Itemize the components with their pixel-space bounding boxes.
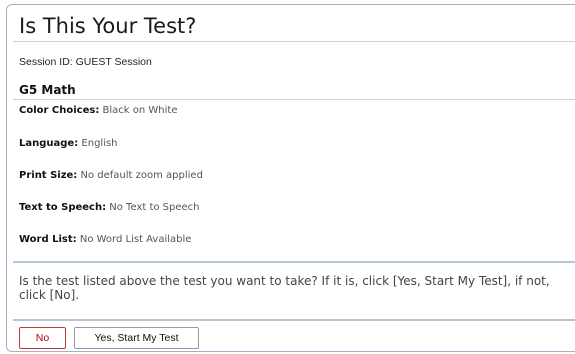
no-button[interactable]: No <box>19 327 66 349</box>
prompt-divider-bottom <box>13 319 575 321</box>
confirmation-prompt: Is the test listed above the test you wa… <box>19 274 550 302</box>
page-title: Is This Your Test? <box>19 14 197 38</box>
setting-value: No Word List Available <box>79 234 192 245</box>
setting-value: Black on White <box>102 105 178 116</box>
setting-value: No default zoom applied <box>80 170 203 181</box>
test-name: G5 Math <box>19 83 76 97</box>
setting-label: Word List: <box>19 234 77 245</box>
prompt-divider-top <box>13 261 575 263</box>
test-confirmation-panel: Is This Your Test? Session ID: GUEST Ses… <box>6 4 575 352</box>
yes-start-test-button[interactable]: Yes, Start My Test <box>74 327 199 349</box>
setting-color-choices: Color Choices: Black on White <box>19 105 177 116</box>
setting-value: English <box>81 138 118 149</box>
setting-text-to-speech: Text to Speech: No Text to Speech <box>19 202 200 213</box>
setting-label: Language: <box>19 138 79 149</box>
setting-word-list: Word List: No Word List Available <box>19 234 191 245</box>
setting-label: Print Size: <box>19 170 78 181</box>
setting-label: Color Choices: <box>19 105 100 116</box>
setting-print-size: Print Size: No default zoom applied <box>19 170 203 181</box>
test-name-divider <box>13 99 575 100</box>
title-divider <box>13 41 575 42</box>
setting-label: Text to Speech: <box>19 202 107 213</box>
setting-language: Language: English <box>19 138 118 149</box>
session-id: Session ID: GUEST Session <box>19 56 152 68</box>
setting-value: No Text to Speech <box>109 202 200 213</box>
